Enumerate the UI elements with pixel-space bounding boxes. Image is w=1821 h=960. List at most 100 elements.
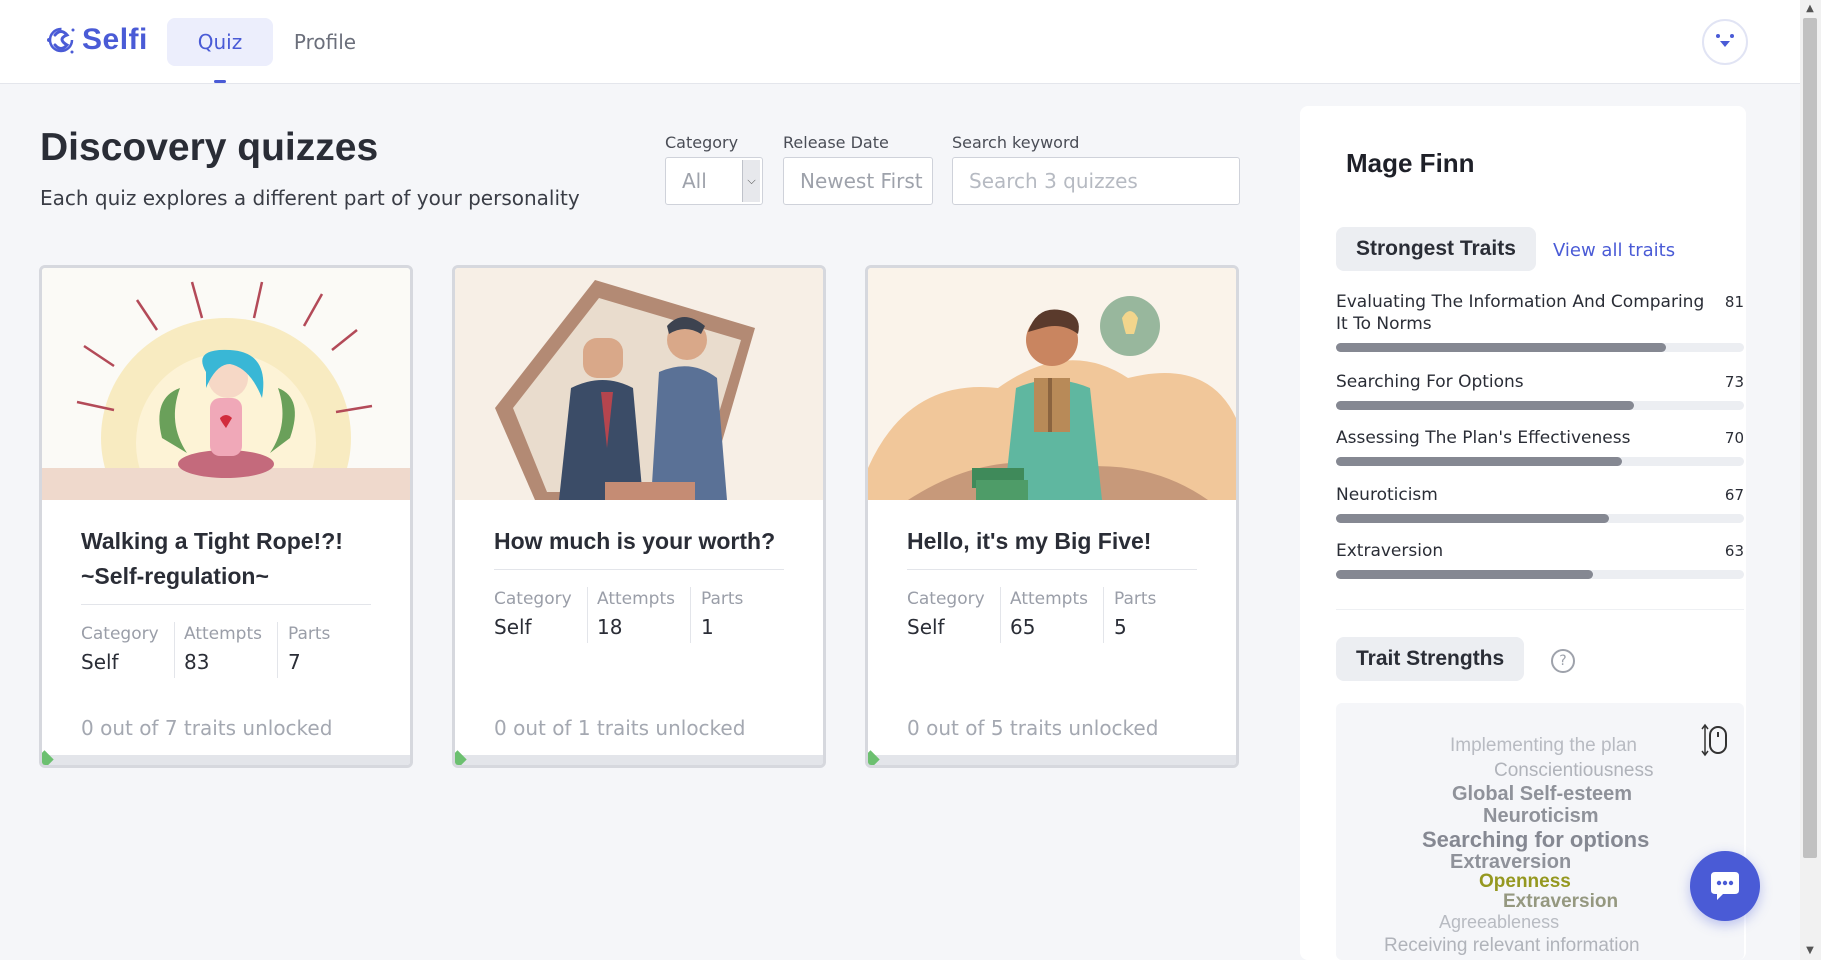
quiz-parts: Parts 7 [288, 624, 330, 674]
stat-separator [1103, 587, 1104, 643]
traits-unlocked: 0 out of 1 traits unlocked [494, 716, 746, 740]
stat-separator [174, 622, 175, 678]
category-label: Category [907, 589, 985, 609]
word-cloud-word: Extraversion [1503, 891, 1619, 912]
scroll-down-icon[interactable]: ▼ [1803, 944, 1817, 958]
word-cloud-word: Implementing the plan [1450, 735, 1637, 756]
mouse-scroll-icon [1701, 723, 1727, 757]
trait-name: Assessing The Plan's Effectiveness [1336, 428, 1631, 448]
quiz-illustration [42, 268, 410, 500]
app-logo[interactable]: Selfi [44, 22, 148, 58]
stat-separator [690, 587, 691, 643]
quiz-progress-bar [455, 750, 823, 765]
attempts-label: Attempts [597, 589, 675, 609]
attempts-value: 18 [597, 615, 623, 639]
trait-bar-fill [1336, 570, 1594, 579]
profile-panel: Mage Finn Strongest Traits View all trai… [1300, 106, 1746, 960]
release-date-value: Newest First [800, 169, 923, 193]
chat-button[interactable] [1690, 851, 1760, 921]
parts-label: Parts [1114, 589, 1157, 609]
word-cloud-word: Conscientiousness [1494, 760, 1654, 781]
quiz-parts: Parts 1 [701, 589, 743, 639]
word-cloud-word: Agreeableness [1439, 912, 1560, 932]
attempts-value: 65 [1010, 615, 1036, 639]
chevron-down-icon[interactable]: ⌵ [742, 160, 760, 202]
trait-item: Assessing The Plan's Effectiveness 70 [1336, 427, 1744, 477]
category-value: Self [81, 650, 119, 674]
attempts-value: 83 [184, 650, 210, 674]
word-cloud-word: Global Self-esteem [1452, 783, 1633, 805]
progress-marker [42, 750, 54, 765]
word-cloud-word: Neuroticism [1483, 805, 1599, 827]
help-icon[interactable]: ? [1551, 649, 1575, 673]
search-filter-label: Search keyword [952, 133, 1080, 152]
quiz-parts: Parts 5 [1114, 589, 1156, 639]
trait-item: Neuroticism 67 [1336, 484, 1744, 534]
quiz-attempts: Attempts 65 [1010, 589, 1088, 639]
word-cloud-word: Openness [1479, 871, 1571, 892]
stat-separator [587, 587, 588, 643]
quiz-category: Category Self [81, 624, 159, 674]
trait-score: 67 [1724, 486, 1744, 504]
avatar[interactable] [1702, 19, 1748, 65]
search-input[interactable] [969, 159, 1229, 203]
scroll-up-icon[interactable]: ▲ [1803, 2, 1817, 16]
category-select[interactable]: All ⌵ [665, 157, 763, 205]
quiz-illustration [868, 268, 1236, 500]
category-value: Self [494, 615, 532, 639]
quiz-category: Category Self [907, 589, 985, 639]
progress-marker [868, 750, 880, 765]
quiz-card[interactable]: Hello, it's my Big Five! Category Self A… [865, 265, 1239, 768]
stat-separator [1000, 587, 1001, 643]
page-scrollbar[interactable]: ▲ ▼ [1800, 0, 1821, 960]
logo-icon [47, 27, 75, 54]
category-label: Category [81, 624, 159, 644]
trait-bar [1336, 401, 1744, 410]
quiz-card[interactable]: How much is your worth? Category Self At… [452, 265, 826, 768]
app-name: Selfi [82, 23, 148, 56]
chat-bubble-icon [1711, 872, 1739, 900]
trait-score: 81 [1724, 293, 1744, 311]
trait-bar [1336, 570, 1744, 579]
quiz-progress-bar [42, 750, 410, 765]
parts-value: 5 [1114, 615, 1127, 639]
quiz-attempts: Attempts 18 [597, 589, 675, 639]
trait-name: Extraversion [1336, 541, 1444, 561]
quiz-title[interactable]: Hello, it's my Big Five! [907, 524, 1207, 559]
trait-score: 63 [1724, 542, 1744, 560]
trait-bar-fill [1336, 457, 1622, 466]
parts-value: 7 [288, 650, 301, 674]
trait-bar [1336, 457, 1744, 466]
tab-quiz[interactable]: Quiz [167, 18, 273, 66]
stat-separator [277, 622, 278, 678]
trait-item: Searching For Options 73 [1336, 371, 1744, 421]
category-filter-label: Category [665, 133, 739, 152]
trait-bar [1336, 343, 1744, 352]
trait-strengths-tab[interactable]: Trait Strengths [1336, 637, 1525, 681]
tab-profile[interactable]: Profile [284, 18, 366, 66]
parts-value: 1 [701, 615, 714, 639]
trait-bar-fill [1336, 343, 1667, 352]
trait-name: Searching For Options [1336, 372, 1524, 392]
strongest-traits-tab[interactable]: Strongest Traits [1336, 227, 1536, 271]
card-divider [81, 604, 371, 605]
scrollbar-thumb[interactable] [1803, 18, 1817, 858]
word-cloud-word: Searching for options [1422, 827, 1650, 852]
profile-name: Mage Finn [1346, 148, 1475, 178]
trait-score: 73 [1724, 373, 1744, 391]
quiz-card[interactable]: Walking a Tight Rope!?! ~Self-regulation… [39, 265, 413, 768]
card-divider [907, 569, 1197, 570]
page-title: Discovery quizzes [40, 126, 379, 169]
trait-score: 70 [1724, 429, 1744, 447]
trait-item: Evaluating The Information And Comparing… [1336, 291, 1744, 361]
traits-unlocked: 0 out of 5 traits unlocked [907, 716, 1159, 740]
category-select-value: All [682, 169, 707, 193]
word-cloud-word: Receiving relevant information [1384, 935, 1640, 956]
quiz-title[interactable]: How much is your worth? [494, 524, 794, 559]
release-date-select[interactable]: Newest First [783, 157, 933, 205]
parts-label: Parts [701, 589, 744, 609]
quiz-title[interactable]: Walking a Tight Rope!?! ~Self-regulation… [81, 524, 381, 594]
category-value: Self [907, 615, 945, 639]
quiz-illustration [455, 268, 823, 500]
view-all-traits-link[interactable]: View all traits [1553, 240, 1675, 261]
